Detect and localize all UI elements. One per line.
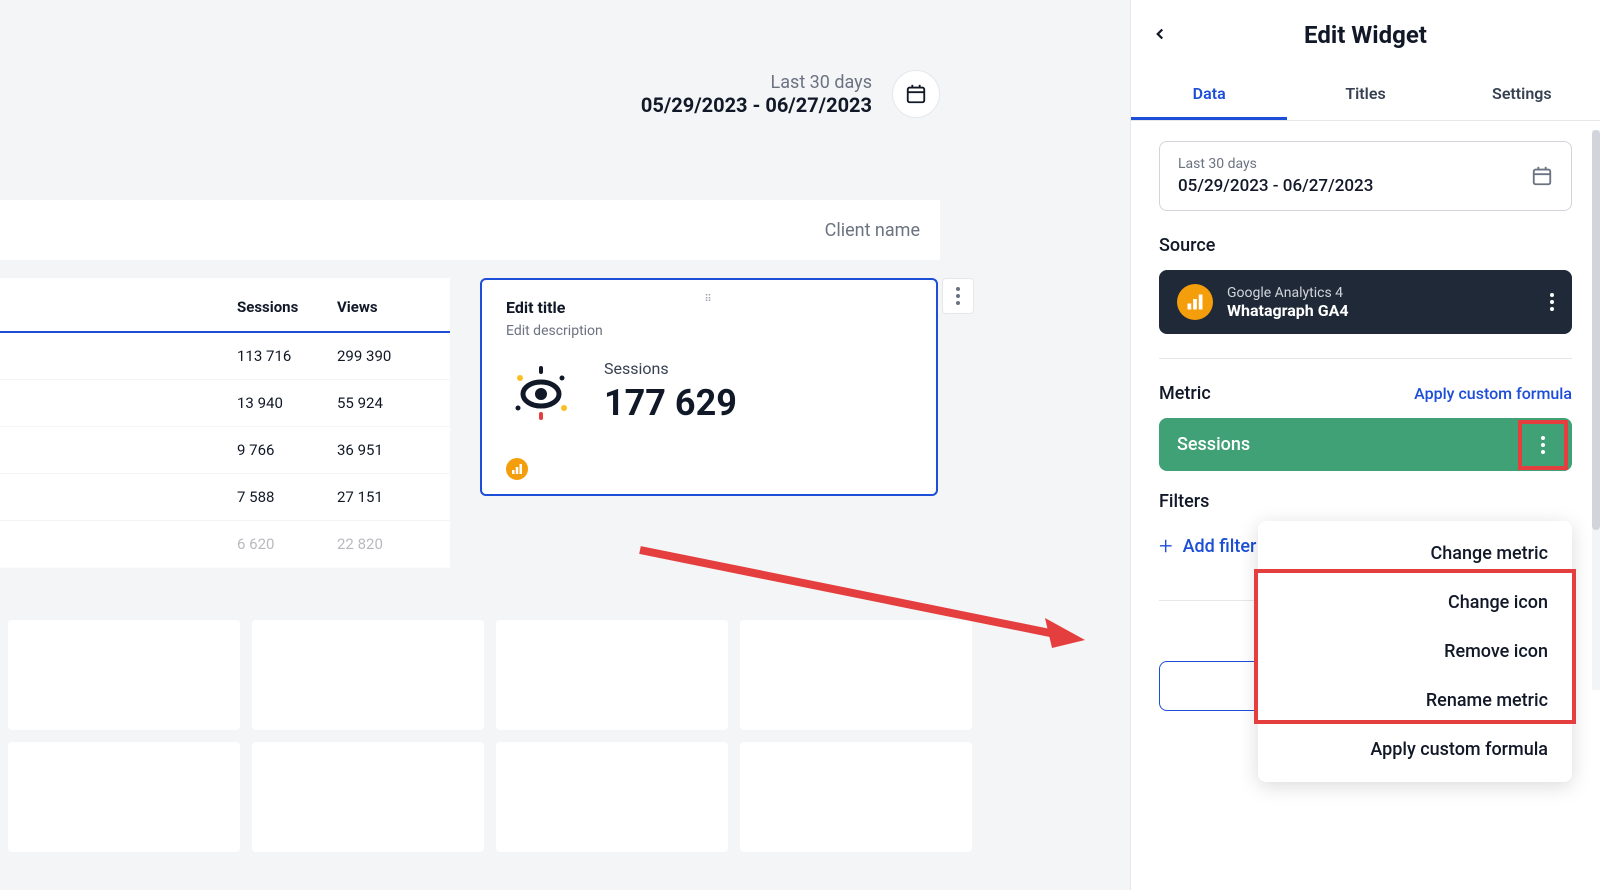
- edit-widget-panel: Edit Widget Data Titles Settings Last 30…: [1130, 0, 1600, 890]
- ga4-icon: [1177, 284, 1213, 320]
- column-header-views[interactable]: Views: [337, 298, 437, 316]
- table-row: 9 766 36 951: [0, 427, 450, 474]
- source-account: Whatagraph GA4: [1227, 301, 1349, 320]
- add-filter-label: Add filter: [1183, 536, 1257, 557]
- source-section-label: Source: [1159, 235, 1572, 256]
- panel-tabs: Data Titles Settings: [1131, 70, 1600, 121]
- date-input-range: 05/29/2023 - 06/27/2023: [1178, 176, 1373, 196]
- table-row: 113 716 299 390: [0, 333, 450, 380]
- source-name: Google Analytics 4: [1227, 285, 1349, 301]
- calendar-icon: [1531, 165, 1553, 187]
- placeholder-card[interactable]: [740, 620, 972, 730]
- placeholder-card[interactable]: [252, 620, 484, 730]
- placeholder-card[interactable]: [740, 742, 972, 852]
- dropdown-remove-icon[interactable]: Remove icon: [1258, 627, 1572, 676]
- date-header: Last 30 days 05/29/2023 - 06/27/2023: [641, 70, 940, 118]
- plus-icon: +: [1159, 532, 1173, 560]
- metric-name: Sessions: [1177, 434, 1250, 455]
- date-label: Last 30 days: [641, 72, 872, 93]
- widget-menu-button[interactable]: [942, 278, 974, 314]
- more-vertical-icon: [956, 287, 960, 305]
- date-range: 05/29/2023 - 06/27/2023: [641, 93, 872, 117]
- source-row[interactable]: Google Analytics 4 Whatagraph GA4: [1159, 270, 1572, 334]
- placeholder-row: [0, 620, 980, 730]
- dropdown-change-icon[interactable]: Change icon: [1258, 578, 1572, 627]
- metric-section-label: Metric: [1159, 383, 1211, 404]
- metric-label: Sessions: [604, 359, 737, 378]
- metric-dropdown-menu: Change metric Change icon Remove icon Re…: [1258, 521, 1572, 782]
- table-row: 6 620 22 820: [0, 521, 450, 568]
- dropdown-change-metric[interactable]: Change metric: [1258, 529, 1572, 578]
- tab-settings[interactable]: Settings: [1444, 70, 1600, 120]
- dropdown-apply-formula[interactable]: Apply custom formula: [1258, 725, 1572, 774]
- placeholder-card[interactable]: [252, 742, 484, 852]
- calendar-icon: [905, 83, 927, 105]
- placeholder-row: [0, 742, 980, 852]
- tab-titles[interactable]: Titles: [1287, 70, 1443, 120]
- eye-icon: [506, 362, 576, 422]
- table-row: 7 588 27 151: [0, 474, 450, 521]
- chevron-left-icon: [1151, 25, 1169, 43]
- scrollbar-thumb[interactable]: [1592, 130, 1600, 530]
- metric-row[interactable]: Sessions: [1159, 418, 1572, 471]
- apply-custom-formula-link[interactable]: Apply custom formula: [1414, 384, 1572, 403]
- date-range-input[interactable]: Last 30 days 05/29/2023 - 06/27/2023: [1159, 141, 1572, 211]
- calendar-button[interactable]: [892, 70, 940, 118]
- client-name-bar[interactable]: Client name: [0, 200, 940, 260]
- data-table: Sessions Views 113 716 299 390 13 940 55…: [0, 278, 450, 568]
- tab-data[interactable]: Data: [1131, 70, 1287, 120]
- source-badge-icon: [506, 458, 528, 480]
- source-menu-button[interactable]: [1550, 293, 1554, 311]
- widget-description[interactable]: Edit description: [506, 323, 912, 339]
- more-vertical-icon: [1541, 436, 1545, 454]
- metric-menu-button[interactable]: [1518, 420, 1568, 470]
- column-header-sessions[interactable]: Sessions: [237, 298, 337, 316]
- scrollbar[interactable]: [1592, 130, 1600, 690]
- back-button[interactable]: [1151, 21, 1169, 49]
- placeholder-card[interactable]: [8, 742, 240, 852]
- placeholder-card[interactable]: [496, 620, 728, 730]
- client-name-text: Client name: [825, 220, 920, 241]
- dropdown-rename-metric[interactable]: Rename metric: [1258, 676, 1572, 725]
- panel-title: Edit Widget: [1304, 21, 1427, 49]
- divider: [1159, 358, 1572, 359]
- widget-card[interactable]: ⠿ Edit title Edit description Sessions 1…: [480, 278, 938, 496]
- drag-handle-icon[interactable]: ⠿: [704, 294, 713, 305]
- metric-value: 177 629: [604, 382, 737, 424]
- date-input-label: Last 30 days: [1178, 156, 1373, 172]
- table-row: 13 940 55 924: [0, 380, 450, 427]
- filters-section-label: Filters: [1159, 491, 1572, 512]
- placeholder-card[interactable]: [496, 742, 728, 852]
- placeholder-card[interactable]: [8, 620, 240, 730]
- more-vertical-icon: [1550, 293, 1554, 311]
